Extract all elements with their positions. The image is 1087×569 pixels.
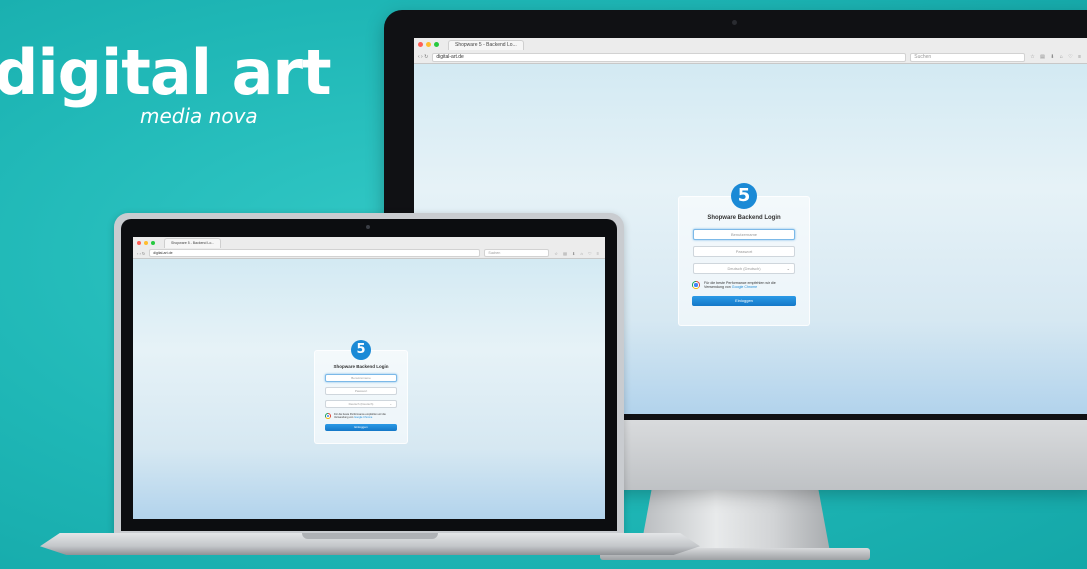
close-window-icon[interactable] xyxy=(137,240,141,245)
username-field[interactable]: Benutzername xyxy=(325,374,397,382)
browser-tab[interactable]: Shopware 5 - Backend Lo... xyxy=(448,39,524,50)
login-button[interactable]: Einloggen xyxy=(325,424,397,431)
language-select[interactable]: Deutsch (Deutsch) ⌄ xyxy=(693,263,795,274)
chevron-down-icon: ⌄ xyxy=(786,266,790,271)
search-input[interactable]: Suchen xyxy=(484,249,550,257)
back-forward-icon[interactable]: ‹ › ↻ xyxy=(137,251,145,256)
close-window-icon[interactable] xyxy=(418,42,423,47)
imac-camera xyxy=(732,20,737,25)
search-input[interactable]: Suchen xyxy=(910,52,1026,62)
browser-chrome: Shopware 5 - Backend Lo... ‹ › ↻ digital… xyxy=(133,237,605,259)
login-card: 5 Shopware Backend Login Benutzername Pa… xyxy=(678,183,810,326)
laptop-notch xyxy=(302,533,438,539)
password-field[interactable]: Passwort xyxy=(693,246,795,257)
brand-subtitle: media nova xyxy=(140,104,258,128)
chrome-icon xyxy=(692,281,700,289)
login-title: Shopware Backend Login xyxy=(333,364,389,369)
login-button[interactable]: Einloggen xyxy=(692,296,796,306)
login-title: Shopware Backend Login xyxy=(707,215,781,221)
maximize-window-icon[interactable] xyxy=(434,42,439,47)
brand-title: digital art xyxy=(0,36,332,109)
minimize-window-icon[interactable] xyxy=(144,240,148,245)
browser-urlbar: ‹ › ↻ digital-art.de Suchen ☆ ▤ ⬇ ⌂ ♡ ≡ xyxy=(133,248,605,258)
chrome-icon xyxy=(325,413,331,419)
toolbar-icons[interactable]: ☆ ▤ ⬇ ⌂ ♡ ≡ xyxy=(1030,54,1083,60)
browser-tabbar: Shopware 5 - Backend Lo... xyxy=(414,38,1087,51)
maximize-window-icon[interactable] xyxy=(151,240,155,245)
browser-chrome: Shopware 5 - Backend Lo... ‹ › ↻ digital… xyxy=(414,38,1087,64)
login-card: 5 Shopware Backend Login Benutzername Pa… xyxy=(314,340,408,444)
browser-tab[interactable]: Shopware 5 - Backend Lo... xyxy=(164,237,222,248)
browser-tabbar: Shopware 5 - Backend Lo... xyxy=(133,237,605,248)
language-select-value: Deutsch (Deutsch) xyxy=(348,402,374,406)
minimize-window-icon[interactable] xyxy=(426,42,431,47)
language-select[interactable]: Deutsch (Deutsch) ⌄ xyxy=(325,400,397,408)
browser-recommendation: Für die beste Performance empfehlen wir … xyxy=(325,413,397,419)
browser-recommendation: Für die beste Performance empfehlen wir … xyxy=(692,281,796,289)
brand-logo: digital art media nova xyxy=(0,36,332,129)
language-select-value: Deutsch (Deutsch) xyxy=(727,266,761,271)
recommendation-text: Für die beste Performance empfehlen wir … xyxy=(334,413,386,419)
google-chrome-link[interactable]: Google Chrome xyxy=(354,416,372,419)
laptop-camera xyxy=(366,225,370,229)
google-chrome-link[interactable]: Google Chrome xyxy=(732,285,757,289)
laptop-screen: Shopware 5 - Backend Lo... ‹ › ↻ digital… xyxy=(133,237,605,519)
shopware-logo-icon: 5 xyxy=(351,340,371,360)
chevron-down-icon: ⌄ xyxy=(389,402,392,406)
shopware-logo-icon: 5 xyxy=(731,183,757,209)
username-field[interactable]: Benutzername xyxy=(693,229,795,240)
back-forward-icon[interactable]: ‹ › ↻ xyxy=(418,54,428,60)
address-input[interactable]: digital-art.de xyxy=(149,249,481,257)
toolbar-icons[interactable]: ☆ ▤ ⬇ ⌂ ♡ ≡ xyxy=(554,251,601,256)
password-field[interactable]: Passwort xyxy=(325,387,397,395)
address-input[interactable]: digital-art.de xyxy=(432,52,907,62)
browser-urlbar: ‹ › ↻ digital-art.de Suchen ☆ ▤ ⬇ ⌂ ♡ ≡ xyxy=(414,51,1087,63)
recommendation-text: Für die beste Performance empfehlen wir … xyxy=(704,281,776,289)
